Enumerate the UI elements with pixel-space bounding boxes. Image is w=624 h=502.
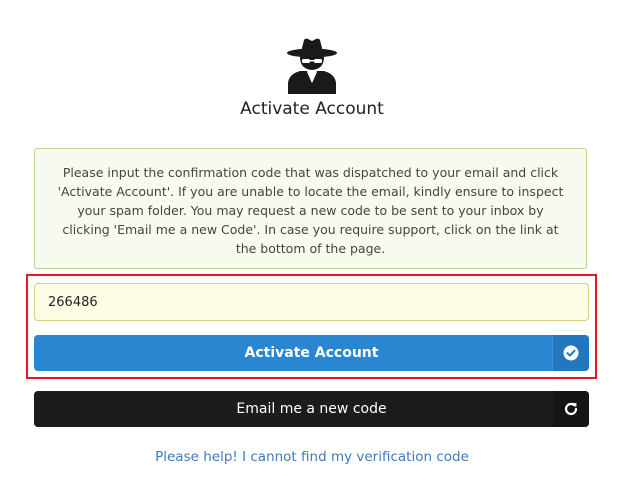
page-title: Activate Account (240, 99, 384, 119)
instructions-alert: Please input the confirmation code that … (34, 148, 587, 269)
activate-account-button[interactable]: Activate Account (34, 335, 589, 371)
activate-account-page: Activate Account Please input the confir… (0, 0, 624, 502)
check-circle-icon (552, 335, 589, 371)
email-new-code-button[interactable]: Email me a new code (34, 391, 589, 427)
refresh-icon (553, 391, 589, 427)
help-verification-link[interactable]: Please help! I cannot find my verificati… (0, 448, 624, 466)
email-new-code-label: Email me a new code (236, 401, 387, 417)
confirmation-code-input[interactable] (34, 283, 589, 321)
spy-agent-icon (285, 36, 339, 94)
activate-account-label: Activate Account (244, 345, 379, 361)
